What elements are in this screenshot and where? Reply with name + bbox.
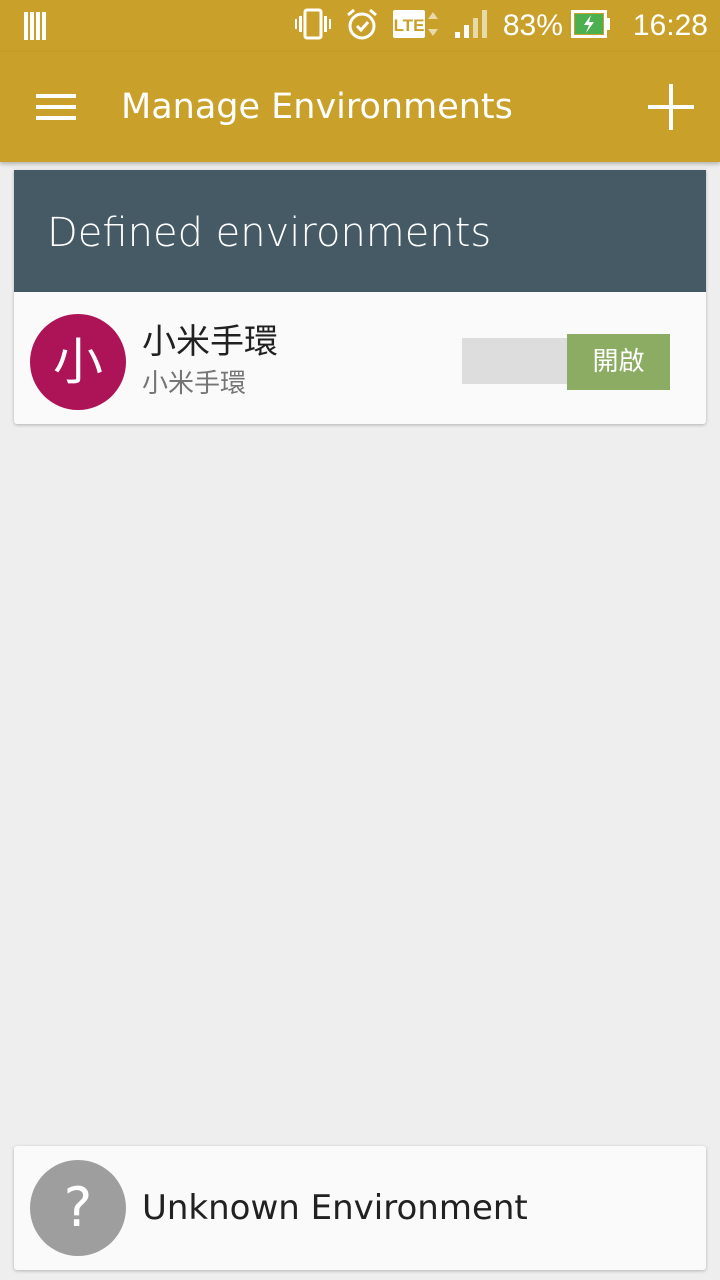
status-bar: LTE 83% 16:28 (0, 0, 720, 52)
environment-toggle[interactable]: 開啟 (462, 334, 670, 390)
section-title: Defined environments (47, 210, 492, 256)
vibrate-icon (294, 8, 331, 44)
status-icons: LTE 83% 16:28 (294, 6, 708, 46)
unknown-environment-label: Unknown Environment (142, 1188, 528, 1228)
environment-subtitle: 小米手環 (142, 369, 247, 399)
environment-name: 小米手環 (142, 322, 278, 362)
notification-bars-icon (24, 12, 48, 40)
svg-text:LTE: LTE (393, 16, 424, 35)
alarm-icon (345, 7, 379, 45)
battery-percent: 83% (502, 9, 563, 42)
question-mark-icon: ? (30, 1160, 126, 1256)
defined-environments-header: Defined environments (14, 170, 706, 292)
hamburger-menu-icon[interactable] (28, 84, 84, 130)
screen: LTE 83% 16:28 Manage Environments Define… (0, 0, 720, 1280)
toggle-on-label: 開啟 (567, 334, 670, 390)
app-bar: Manage Environments (0, 52, 720, 162)
page-title: Manage Environments (121, 87, 513, 127)
avatar: 小 (30, 314, 126, 410)
lte-icon: LTE (392, 8, 441, 44)
unknown-environment-item[interactable]: ? Unknown Environment (14, 1146, 706, 1270)
environment-list-item[interactable]: 小 小米手環 小米手環 開啟 (14, 292, 706, 424)
toggle-track (462, 338, 572, 384)
battery-charging-icon (570, 10, 611, 42)
signal-icon (454, 8, 489, 44)
plus-icon[interactable] (642, 78, 700, 136)
clock: 16:28 (632, 9, 708, 42)
